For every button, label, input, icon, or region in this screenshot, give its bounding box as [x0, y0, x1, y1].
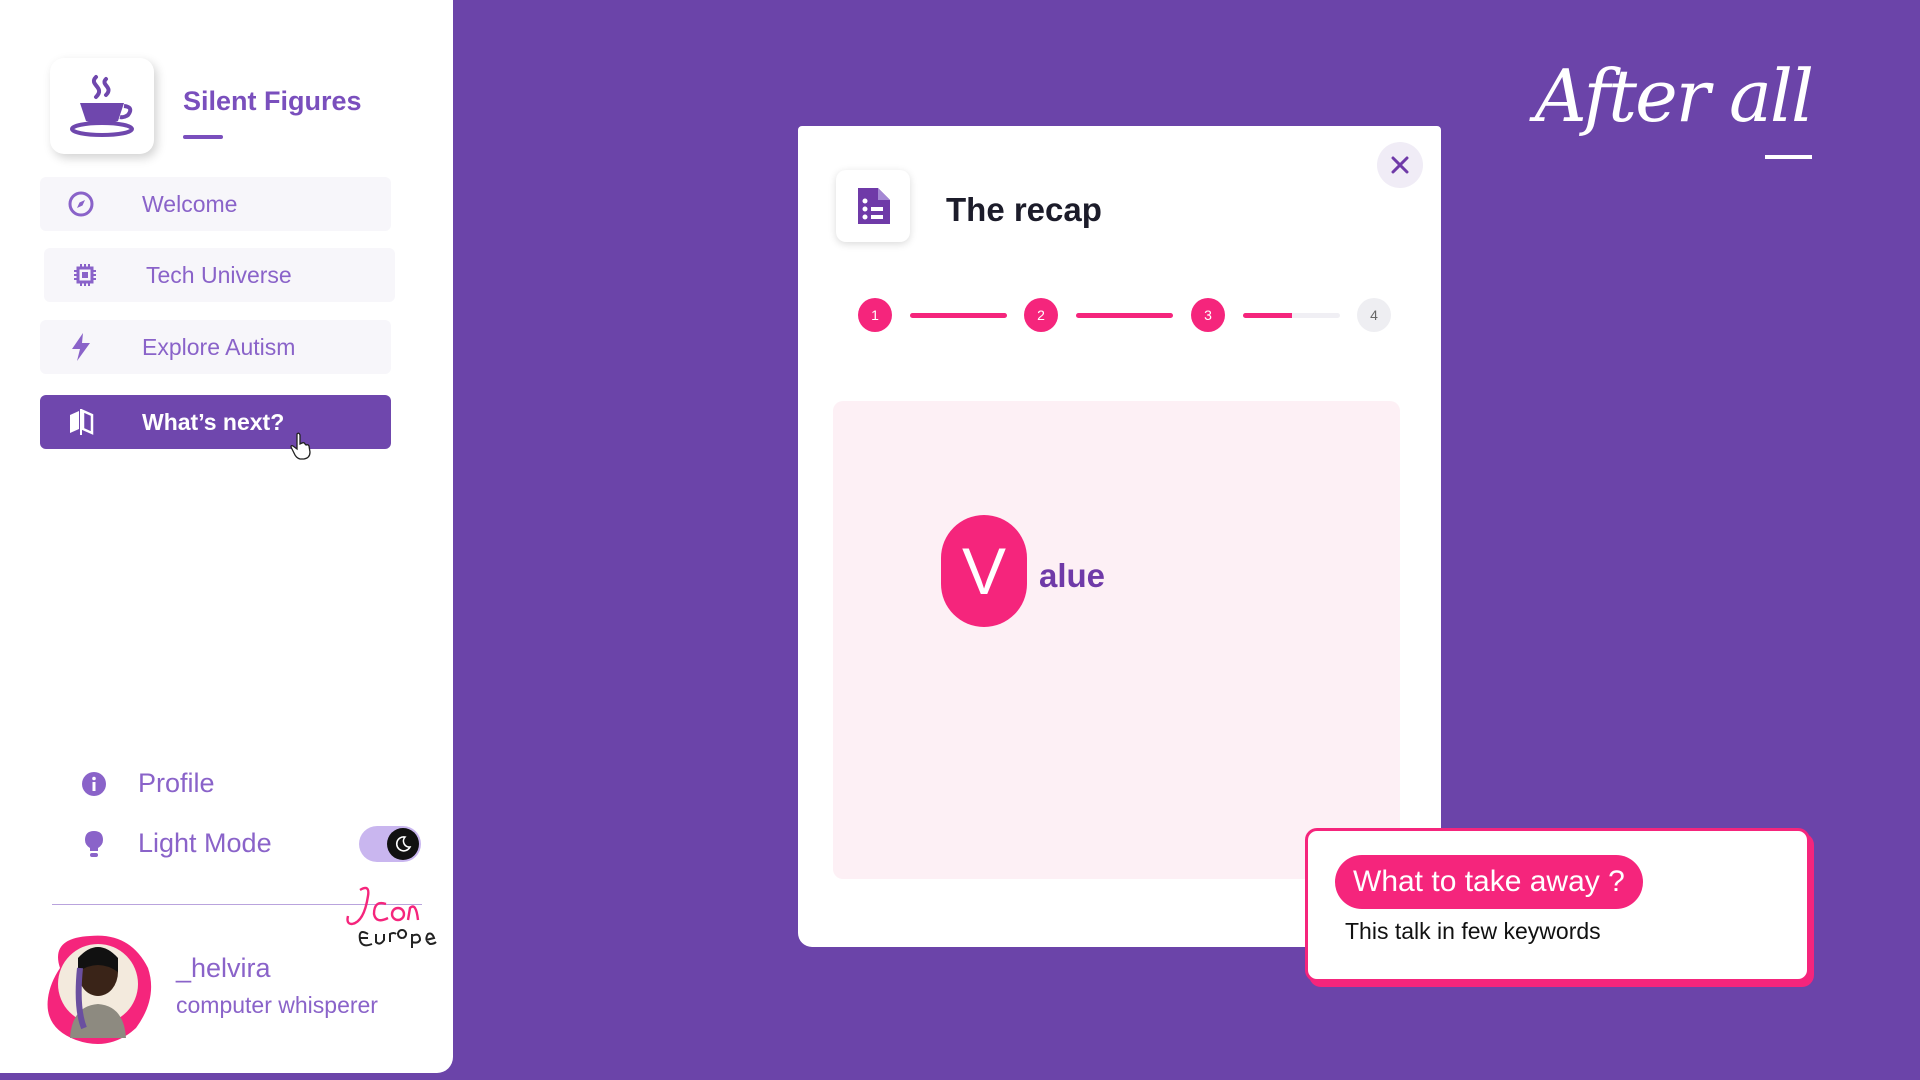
nav-label: Tech Universe: [146, 261, 292, 288]
close-button[interactable]: [1377, 142, 1423, 188]
java-cup-logo: [50, 58, 154, 154]
step-3[interactable]: 3: [1191, 298, 1225, 332]
nav-item-tech-universe[interactable]: Tech Universe: [44, 248, 395, 302]
step-1[interactable]: 1: [858, 298, 892, 332]
jcon-europe-logo: [344, 882, 440, 957]
step-progress-bar: [1076, 313, 1173, 318]
nav-label: Explore Autism: [142, 333, 296, 360]
light-mode-row: Light Mode: [80, 828, 272, 859]
avatar: [40, 928, 156, 1048]
nav-item-whats-next[interactable]: What’s next?: [40, 395, 391, 449]
profile-link[interactable]: Profile: [80, 768, 215, 799]
brand-underline: [183, 135, 223, 139]
lightning-icon: [64, 330, 98, 364]
callout-subtitle: This talk in few keywords: [1345, 918, 1601, 944]
nav-label: Welcome: [142, 190, 238, 217]
document-icon: [836, 170, 910, 242]
step-2[interactable]: 2: [1024, 298, 1058, 332]
theme-toggle[interactable]: [359, 826, 421, 862]
keyword-initial-badge: V: [941, 515, 1027, 627]
nav-item-welcome[interactable]: Welcome: [40, 177, 391, 231]
modal-title: The recap: [946, 191, 1102, 228]
nav-label: What’s next?: [142, 408, 285, 435]
step-progress-fill: [910, 313, 1007, 318]
callout-title: What to take away ?: [1335, 855, 1643, 909]
step-progress-bar: [1243, 313, 1340, 318]
nav-item-explore-autism[interactable]: Explore Autism: [40, 320, 391, 374]
light-mode-label: Light Mode: [138, 828, 272, 858]
step-progress-fill: [1076, 313, 1173, 318]
close-icon: [1391, 156, 1409, 174]
step-progress-bar: [910, 313, 1007, 318]
chip-icon: [68, 258, 102, 292]
hand-cursor-icon: [290, 432, 312, 465]
sidebar: Silent Figures Welcome Tech Universe Exp…: [0, 0, 453, 1073]
keyword-rest: alue: [1039, 557, 1106, 594]
title-underline: [1765, 155, 1812, 159]
step-progress-fill: [1243, 313, 1292, 318]
profile-label: Profile: [138, 768, 215, 798]
compass-icon: [64, 187, 98, 221]
content-panel: [833, 401, 1400, 879]
brand-name: Silent Figures: [183, 86, 362, 116]
info-icon: [80, 770, 108, 798]
user-role: computer whisperer: [176, 992, 378, 1018]
user-name: _helvira: [176, 953, 271, 983]
lightbulb-icon: [80, 830, 108, 858]
slide-title: After all: [1534, 54, 1814, 138]
moon-icon: [387, 828, 419, 860]
step-4[interactable]: 4: [1357, 298, 1391, 332]
mirror-icon: [64, 405, 98, 439]
